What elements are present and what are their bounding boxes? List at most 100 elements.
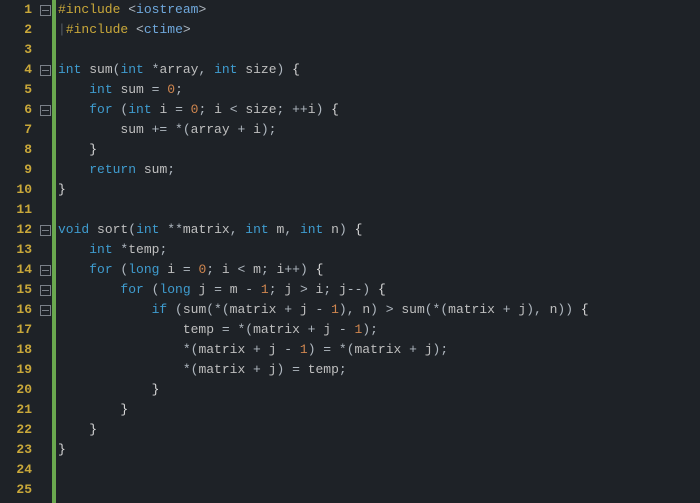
code-line[interactable] <box>58 40 589 60</box>
token-kw: int <box>128 102 151 117</box>
code-line[interactable]: int *temp; <box>58 240 589 260</box>
code-line[interactable]: return sum; <box>58 160 589 180</box>
code-line[interactable]: } <box>58 420 589 440</box>
fold-minus-icon[interactable] <box>40 105 51 116</box>
code-line[interactable]: } <box>58 180 589 200</box>
fold-empty <box>38 120 52 140</box>
token-brace: } <box>58 442 66 457</box>
code-line[interactable]: } <box>58 440 589 460</box>
line-number: 11 <box>4 200 32 220</box>
token-op: ; <box>323 282 339 297</box>
fold-toggle[interactable] <box>38 280 52 300</box>
token-op <box>58 102 89 117</box>
token-op <box>58 162 89 177</box>
code-line[interactable]: *(matrix + j) = temp; <box>58 360 589 380</box>
token-op: + <box>230 122 253 137</box>
line-number: 17 <box>4 320 32 340</box>
token-id: m <box>230 282 238 297</box>
fold-minus-icon[interactable] <box>40 285 51 296</box>
token-op <box>89 222 97 237</box>
code-line[interactable] <box>58 460 589 480</box>
token-op: ) <box>339 222 355 237</box>
fold-empty <box>38 460 52 480</box>
token-op: ( <box>113 102 129 117</box>
line-number: 8 <box>4 140 32 160</box>
code-line[interactable]: for (int i = 0; i < size; ++i) { <box>58 100 589 120</box>
token-brace: { <box>331 102 339 117</box>
fold-minus-icon[interactable] <box>40 305 51 316</box>
line-number-gutter: 1234567891011121314151617181920212223242… <box>0 0 38 503</box>
token-op: = *( <box>214 322 253 337</box>
token-op: + <box>300 322 323 337</box>
fold-toggle[interactable] <box>38 60 52 80</box>
code-line[interactable]: |#include <ctime> <box>58 20 589 40</box>
code-line[interactable]: void sort(int **matrix, int m, int n) { <box>58 220 589 240</box>
token-op: ; <box>167 162 175 177</box>
token-op: (*( <box>425 302 448 317</box>
token-id: i <box>167 262 175 277</box>
token-brace: } <box>89 142 97 157</box>
code-editor[interactable]: 1234567891011121314151617181920212223242… <box>0 0 700 503</box>
token-op: ); <box>433 342 449 357</box>
token-op: ( <box>144 282 160 297</box>
token-op: ; <box>206 262 222 277</box>
token-op: ( <box>167 302 183 317</box>
fold-empty <box>38 440 52 460</box>
token-op: + <box>276 302 299 317</box>
fold-empty <box>38 20 52 40</box>
token-op <box>136 162 144 177</box>
code-line[interactable]: for (long j = m - 1; j > i; j--) { <box>58 280 589 300</box>
fold-toggle[interactable] <box>38 260 52 280</box>
code-line[interactable]: int sum(int *array, int size) { <box>58 60 589 80</box>
token-op: , <box>198 62 214 77</box>
token-op: --) <box>347 282 378 297</box>
line-number: 2 <box>4 20 32 40</box>
token-id: size <box>245 102 276 117</box>
token-op: ; <box>339 362 347 377</box>
code-line[interactable]: if (sum(*(matrix + j - 1), n) > sum(*(ma… <box>58 300 589 320</box>
code-line[interactable]: *(matrix + j - 1) = *(matrix + j); <box>58 340 589 360</box>
fold-empty <box>38 320 52 340</box>
code-line[interactable]: } <box>58 400 589 420</box>
token-op: ) = *( <box>308 342 355 357</box>
code-line[interactable]: sum += *(array + i); <box>58 120 589 140</box>
token-ctl: return <box>89 162 136 177</box>
token-brace: } <box>120 402 128 417</box>
code-line[interactable] <box>58 200 589 220</box>
token-id: array <box>159 62 198 77</box>
line-number: 24 <box>4 460 32 480</box>
fold-empty <box>38 360 52 380</box>
token-id: array <box>191 122 230 137</box>
fold-margin[interactable] <box>38 0 52 503</box>
token-op: ); <box>362 322 378 337</box>
fold-minus-icon[interactable] <box>40 65 51 76</box>
token-op <box>58 282 120 297</box>
fold-minus-icon[interactable] <box>40 5 51 16</box>
code-line[interactable]: } <box>58 140 589 160</box>
token-brace: } <box>58 182 66 197</box>
token-op: (*( <box>206 302 229 317</box>
fold-minus-icon[interactable] <box>40 225 51 236</box>
code-line[interactable] <box>58 480 589 500</box>
code-line[interactable]: int sum = 0; <box>58 80 589 100</box>
token-kw: int <box>89 242 112 257</box>
token-op: ++) <box>284 262 315 277</box>
code-line[interactable]: #include <iostream> <box>58 0 589 20</box>
fold-toggle[interactable] <box>38 220 52 240</box>
token-op: ( <box>128 222 136 237</box>
code-line[interactable]: temp = *(matrix + j - 1); <box>58 320 589 340</box>
token-op: ( <box>113 262 129 277</box>
code-area[interactable]: #include <iostream>|#include <ctime> int… <box>56 0 589 503</box>
token-op: < <box>230 262 253 277</box>
fold-toggle[interactable] <box>38 300 52 320</box>
token-op: > <box>183 22 191 37</box>
token-fn: sum <box>89 62 112 77</box>
code-line[interactable]: } <box>58 380 589 400</box>
token-op: ; <box>198 102 214 117</box>
token-op: - <box>331 322 354 337</box>
code-line[interactable]: for (long i = 0; i < m; i++) { <box>58 260 589 280</box>
line-number: 12 <box>4 220 32 240</box>
fold-toggle[interactable] <box>38 0 52 20</box>
fold-toggle[interactable] <box>38 100 52 120</box>
fold-minus-icon[interactable] <box>40 265 51 276</box>
